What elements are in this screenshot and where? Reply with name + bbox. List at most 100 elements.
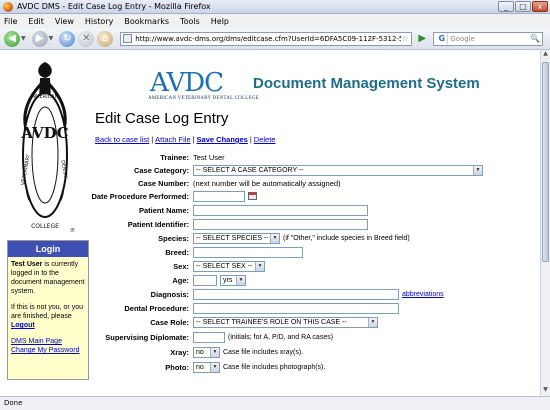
age-input[interactable]	[193, 274, 217, 286]
dental-procedure-input[interactable]	[193, 302, 399, 314]
avdc-logo-subtitle: AMERICAN VETERINARY DENTAL COLLEGE	[148, 96, 259, 101]
chevron-down-icon[interactable]: ▼	[236, 275, 245, 285]
case-role-label: Case Role:	[150, 317, 189, 327]
scroll-down-icon[interactable]: ▼	[541, 386, 550, 396]
patient-identifier-label: Patient Identifier:	[127, 219, 189, 229]
delete-link[interactable]: Delete	[254, 135, 276, 144]
menu-bar: File Edit View History Bookmarks Tools H…	[0, 14, 550, 28]
supervising-input[interactable]	[193, 331, 225, 343]
patient-name-input[interactable]	[193, 204, 368, 216]
case-category-select[interactable]: -- SELECT A CASE CATEGORY -- ▼	[193, 164, 483, 176]
breed-input[interactable]	[193, 246, 303, 258]
window-controls: _ □ x	[498, 1, 548, 12]
change-password-link[interactable]: Change My Password	[11, 347, 79, 354]
logout-link[interactable]: Logout	[11, 322, 35, 329]
patient-identifier-input[interactable]	[193, 218, 368, 230]
save-changes-link[interactable]: Save Changes	[197, 135, 248, 144]
login-panel-title: Login	[8, 241, 88, 257]
close-button[interactable]: x	[532, 1, 548, 12]
abbreviations-link[interactable]: abbreviations	[402, 291, 444, 298]
action-links: Back to case list | Attach File | Save Chang…	[95, 135, 275, 144]
menu-view[interactable]: View	[55, 17, 74, 26]
reload-icon[interactable]: ↻	[59, 30, 76, 47]
patient-name-label: Patient Name:	[138, 205, 189, 215]
back-to-case-list-link[interactable]: Back to case list	[95, 135, 149, 144]
diagnosis-label: Diagnosis:	[150, 289, 189, 299]
google-engine-icon[interactable]: G	[436, 32, 449, 45]
attach-file-link[interactable]: Attach File	[155, 135, 190, 144]
date-label: Date Procedure Performed:	[91, 191, 189, 201]
search-input[interactable]: Google	[450, 35, 475, 43]
status-text: Done	[4, 399, 23, 407]
case-number-label: Case Number:	[138, 178, 189, 188]
case-category-value: -- SELECT A CASE CATEGORY --	[196, 166, 304, 174]
species-note: (if "Other," include species in Breed fi…	[283, 234, 410, 242]
login-finished: If this is not you, or you are finished,…	[11, 303, 85, 330]
window-titlebar: AVDC DMS - Edit Case Log Entry - Mozilla…	[0, 0, 550, 14]
species-select[interactable]: -- SELECT SPECIES -- ▼	[193, 232, 280, 244]
trainee-value: Test User	[193, 152, 225, 162]
page-content: AVDC COLLEGE AMERICAN VETERINARY DENTAL …	[0, 50, 540, 396]
search-bar[interactable]: G Google 🔍	[433, 31, 544, 46]
species-label: Species:	[158, 233, 189, 243]
age-label: Age:	[172, 275, 189, 285]
avdc-emblem-logo: AVDC COLLEGE AMERICAN VETERINARY DENTAL …	[20, 62, 75, 234]
address-url[interactable]: http://www.avdc-dms.org/dms/editcase.cfm…	[135, 35, 401, 43]
menu-tools[interactable]: Tools	[180, 17, 200, 26]
separator: |	[192, 135, 195, 144]
sex-select[interactable]: -- SELECT SEX -- ▼	[193, 260, 265, 272]
address-bar[interactable]: http://www.avdc-dms.org/dms/editcase.cfm…	[120, 31, 413, 46]
photo-value: no	[196, 363, 204, 371]
search-magnifier-icon[interactable]: 🔍	[530, 34, 540, 43]
page-title: Edit Case Log Entry	[95, 110, 229, 127]
case-number-value: (next number will be automatically assig…	[193, 178, 341, 188]
menu-file[interactable]: File	[4, 17, 17, 26]
dms-main-page-link[interactable]: DMS Main Page	[11, 338, 62, 345]
case-role-select[interactable]: -- SELECT TRAINEE'S ROLE ON THIS CASE --…	[193, 316, 378, 328]
menu-edit[interactable]: Edit	[28, 17, 44, 26]
xray-select[interactable]: no ▼	[193, 346, 220, 358]
chevron-down-icon[interactable]: ▼	[473, 165, 482, 175]
menu-help[interactable]: Help	[211, 17, 229, 26]
chevron-down-icon[interactable]: ▼	[210, 347, 219, 357]
back-arrow-icon[interactable]: ◀	[4, 30, 20, 47]
calendar-icon[interactable]	[248, 192, 257, 200]
bookmark-star-icon[interactable]: ☆	[401, 34, 411, 43]
species-value: -- SELECT SPECIES --	[196, 234, 269, 242]
date-input[interactable]	[193, 190, 245, 202]
emblem-registered-mark: ®	[70, 227, 75, 234]
dental-procedure-label: Dental Procedure:	[124, 303, 189, 313]
forward-arrow-icon[interactable]: ▶	[31, 30, 48, 47]
vertical-scrollbar[interactable]: ▲ ▼	[540, 50, 550, 396]
home-icon[interactable]: ⌂	[97, 30, 114, 47]
status-bar: Done	[0, 396, 550, 410]
scroll-up-icon[interactable]: ▲	[541, 50, 550, 60]
age-unit-select[interactable]: yrs ▼	[220, 274, 246, 286]
diagnosis-input[interactable]	[193, 288, 399, 300]
age-unit-value: yrs	[223, 276, 233, 284]
menu-history[interactable]: History	[85, 17, 113, 26]
scrollbar-thumb[interactable]	[542, 62, 549, 262]
back-history-dropdown-icon[interactable]: ▼	[21, 35, 26, 42]
menu-bookmarks[interactable]: Bookmarks	[124, 17, 169, 26]
window-title: AVDC DMS - Edit Case Log Entry - Mozilla…	[17, 2, 211, 11]
login-panel: Login Test User is currently logged in t…	[7, 240, 89, 380]
chevron-down-icon[interactable]: ▼	[368, 317, 377, 327]
login-status: Test User is currently logged in to the …	[11, 260, 85, 296]
system-title: Document Management System	[253, 75, 480, 92]
login-finished-text: If this is not you, or you are finished,…	[11, 304, 83, 320]
chevron-down-icon[interactable]: ▼	[210, 362, 219, 372]
photo-select[interactable]: no ▼	[193, 361, 220, 373]
minimize-button[interactable]: _	[498, 1, 514, 12]
stop-icon[interactable]: ✕	[78, 30, 95, 47]
chevron-down-icon[interactable]: ▼	[255, 261, 264, 271]
case-category-label: Case Category:	[133, 165, 189, 175]
separator: |	[151, 135, 154, 144]
maximize-button[interactable]: □	[515, 1, 531, 12]
site-favicon-icon	[123, 34, 133, 43]
go-arrow-icon[interactable]: ▶	[415, 32, 429, 46]
xray-value: no	[196, 348, 204, 356]
emblem-word-american: AMERICAN	[32, 94, 59, 100]
chevron-down-icon[interactable]: ▼	[270, 233, 279, 243]
forward-history-dropdown-icon[interactable]: ▼	[49, 35, 54, 42]
